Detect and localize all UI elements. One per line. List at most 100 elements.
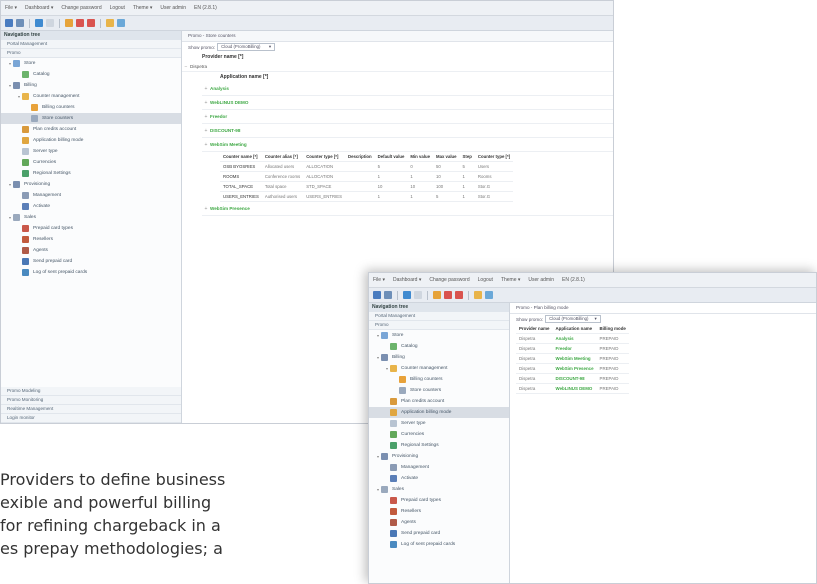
- tag-icon[interactable]: [106, 19, 114, 27]
- app-row[interactable]: + Analysis: [202, 82, 613, 96]
- table-row[interactable]: TOTAL_SPACE Total space STD_SPACE 10 10 100 1 S…: [220, 181, 514, 192]
- tree-item[interactable]: ▾ Sales: [1, 212, 181, 223]
- tree-item[interactable]: Management: [1, 190, 181, 201]
- save-icon[interactable]: [5, 19, 13, 27]
- column-header[interactable]: Counter alias [*]: [261, 152, 304, 162]
- provider-row[interactable]: − Dispetra: [182, 62, 613, 72]
- table-row[interactable]: Dispetra DISCOUNT-98 PREPAID: [516, 373, 629, 384]
- table-row[interactable]: Dispetra Freedor PREPAID: [516, 343, 629, 354]
- table-row[interactable]: USERS_ENTRIES Authorised users USERS_ENTRI…: [220, 191, 514, 202]
- tree-item[interactable]: ▾ Counter management: [1, 91, 181, 102]
- menu-user-admin[interactable]: User admin: [528, 277, 554, 283]
- column-header[interactable]: Counter name [*]: [220, 152, 262, 162]
- menu-user-admin[interactable]: User admin: [160, 5, 186, 11]
- report-icon[interactable]: [444, 291, 452, 299]
- tree-item[interactable]: ▾ Billing: [369, 352, 509, 363]
- expand-icon[interactable]: +: [202, 203, 210, 215]
- table-row[interactable]: Dispetra WebSim Presence PREPAID: [516, 363, 629, 374]
- table-row[interactable]: Dispetra WebLINUS DEMO PREPAID: [516, 383, 629, 394]
- nav-section[interactable]: Login monitor: [1, 414, 181, 423]
- column-header[interactable]: Min value: [407, 152, 433, 162]
- nav-section[interactable]: Portal Management: [369, 312, 509, 321]
- column-header[interactable]: Provider name: [516, 324, 553, 334]
- tree-item[interactable]: Plan credits account: [369, 396, 509, 407]
- provider-column-header[interactable]: Provider name [*]: [182, 52, 613, 62]
- tree-item[interactable]: ▾ Provisioning: [369, 451, 509, 462]
- collapse-icon[interactable]: −: [182, 63, 190, 71]
- tree-item[interactable]: Server type: [1, 146, 181, 157]
- table-row[interactable]: ROOMS Conference rooms ALLOCATION 1 1 10 1 Room…: [220, 171, 514, 182]
- nav-section[interactable]: Promo Monitoring: [1, 396, 181, 405]
- tree-item[interactable]: Currencies: [1, 157, 181, 168]
- nav-section[interactable]: Realtime Management: [1, 405, 181, 414]
- tree-item[interactable]: Application billing mode: [369, 407, 509, 418]
- chart-icon[interactable]: [117, 19, 125, 27]
- tree-item[interactable]: ▾ Billing: [1, 80, 181, 91]
- expand-icon[interactable]: +: [202, 83, 210, 95]
- tree-item[interactable]: Currencies: [369, 429, 509, 440]
- expand-icon[interactable]: +: [202, 125, 210, 137]
- column-header[interactable]: Description: [345, 152, 375, 162]
- tag-icon[interactable]: [474, 291, 482, 299]
- tree-item[interactable]: Prepaid card types: [1, 223, 181, 234]
- menu-dashboard[interactable]: Dashboard ▾: [25, 5, 53, 11]
- tree-item[interactable]: Application billing mode: [1, 135, 181, 146]
- nav-section[interactable]: Promo: [1, 49, 181, 58]
- column-header[interactable]: Step: [459, 152, 475, 162]
- menu-logout[interactable]: Logout: [110, 5, 125, 11]
- report-alt-icon[interactable]: [455, 291, 463, 299]
- column-header[interactable]: Default value: [374, 152, 408, 162]
- tree-item[interactable]: Activate: [369, 473, 509, 484]
- column-header[interactable]: Max value: [433, 152, 460, 162]
- tree-item[interactable]: Store counters: [369, 385, 509, 396]
- nav-section[interactable]: Promo: [369, 321, 509, 330]
- refresh-icon[interactable]: [403, 291, 411, 299]
- tree-item[interactable]: Resellers: [369, 506, 509, 517]
- save-icon[interactable]: [373, 291, 381, 299]
- app-row[interactable]: + WebSim Meeting: [202, 138, 613, 152]
- search-icon[interactable]: [16, 19, 24, 27]
- tree-item[interactable]: Catalog: [1, 69, 181, 80]
- column-header[interactable]: Billing mode: [596, 324, 629, 334]
- tree-item[interactable]: ▾ Provisioning: [1, 179, 181, 190]
- tree-item[interactable]: ▾ Store: [1, 58, 181, 69]
- menu-theme[interactable]: Theme ▾: [501, 277, 520, 283]
- column-header[interactable]: Counter type [*]: [474, 152, 514, 162]
- tree-item[interactable]: Activate: [1, 201, 181, 212]
- tree-item[interactable]: Server type: [369, 418, 509, 429]
- tree-item[interactable]: Agents: [1, 245, 181, 256]
- expand-icon[interactable]: +: [202, 97, 210, 109]
- app-row[interactable]: + DISCOUNT-98: [202, 124, 613, 138]
- tree-item[interactable]: ▾ Store: [369, 330, 509, 341]
- expand-icon[interactable]: +: [202, 139, 210, 151]
- tree-item[interactable]: Store counters: [1, 113, 181, 124]
- key-icon[interactable]: [433, 291, 441, 299]
- nav-section[interactable]: Portal Management: [1, 40, 181, 49]
- promo-select[interactable]: Cloud (PromoBilling) ▾: [217, 43, 276, 51]
- tree-item[interactable]: Prepaid card types: [369, 495, 509, 506]
- chart-icon[interactable]: [485, 291, 493, 299]
- tree-item[interactable]: Log of sent prepaid cards: [369, 539, 509, 550]
- tree-item[interactable]: Agents: [369, 517, 509, 528]
- table-row[interactable]: Dispetra WebSim Meeting PREPAID: [516, 353, 629, 364]
- menu-file[interactable]: File ▾: [5, 5, 17, 11]
- refresh-icon[interactable]: [35, 19, 43, 27]
- tree-item[interactable]: Resellers: [1, 234, 181, 245]
- search-icon[interactable]: [384, 291, 392, 299]
- menu-theme[interactable]: Theme ▾: [133, 5, 152, 11]
- tree-item[interactable]: Send prepaid card: [369, 528, 509, 539]
- tree-item[interactable]: Log of sent prepaid cards: [1, 267, 181, 278]
- report-alt-icon[interactable]: [87, 19, 95, 27]
- tree-item[interactable]: ▾ Sales: [369, 484, 509, 495]
- menu-file[interactable]: File ▾: [373, 277, 385, 283]
- menu-change-password[interactable]: Change password: [61, 5, 101, 11]
- settings-icon[interactable]: [46, 19, 54, 27]
- menu-dashboard[interactable]: Dashboard ▾: [393, 277, 421, 283]
- app-column-header[interactable]: Application name [*]: [182, 72, 613, 82]
- table-row[interactable]: Dispetra Analysis PREPAID: [516, 333, 629, 344]
- app-row[interactable]: + Freedor: [202, 110, 613, 124]
- settings-icon[interactable]: [414, 291, 422, 299]
- table-row[interactable]: OSB BYOSRIES Allocated users ALLOCATION 5 0 5…: [220, 161, 514, 172]
- column-header[interactable]: Application name: [552, 324, 597, 334]
- column-header[interactable]: Counter type [*]: [303, 152, 346, 162]
